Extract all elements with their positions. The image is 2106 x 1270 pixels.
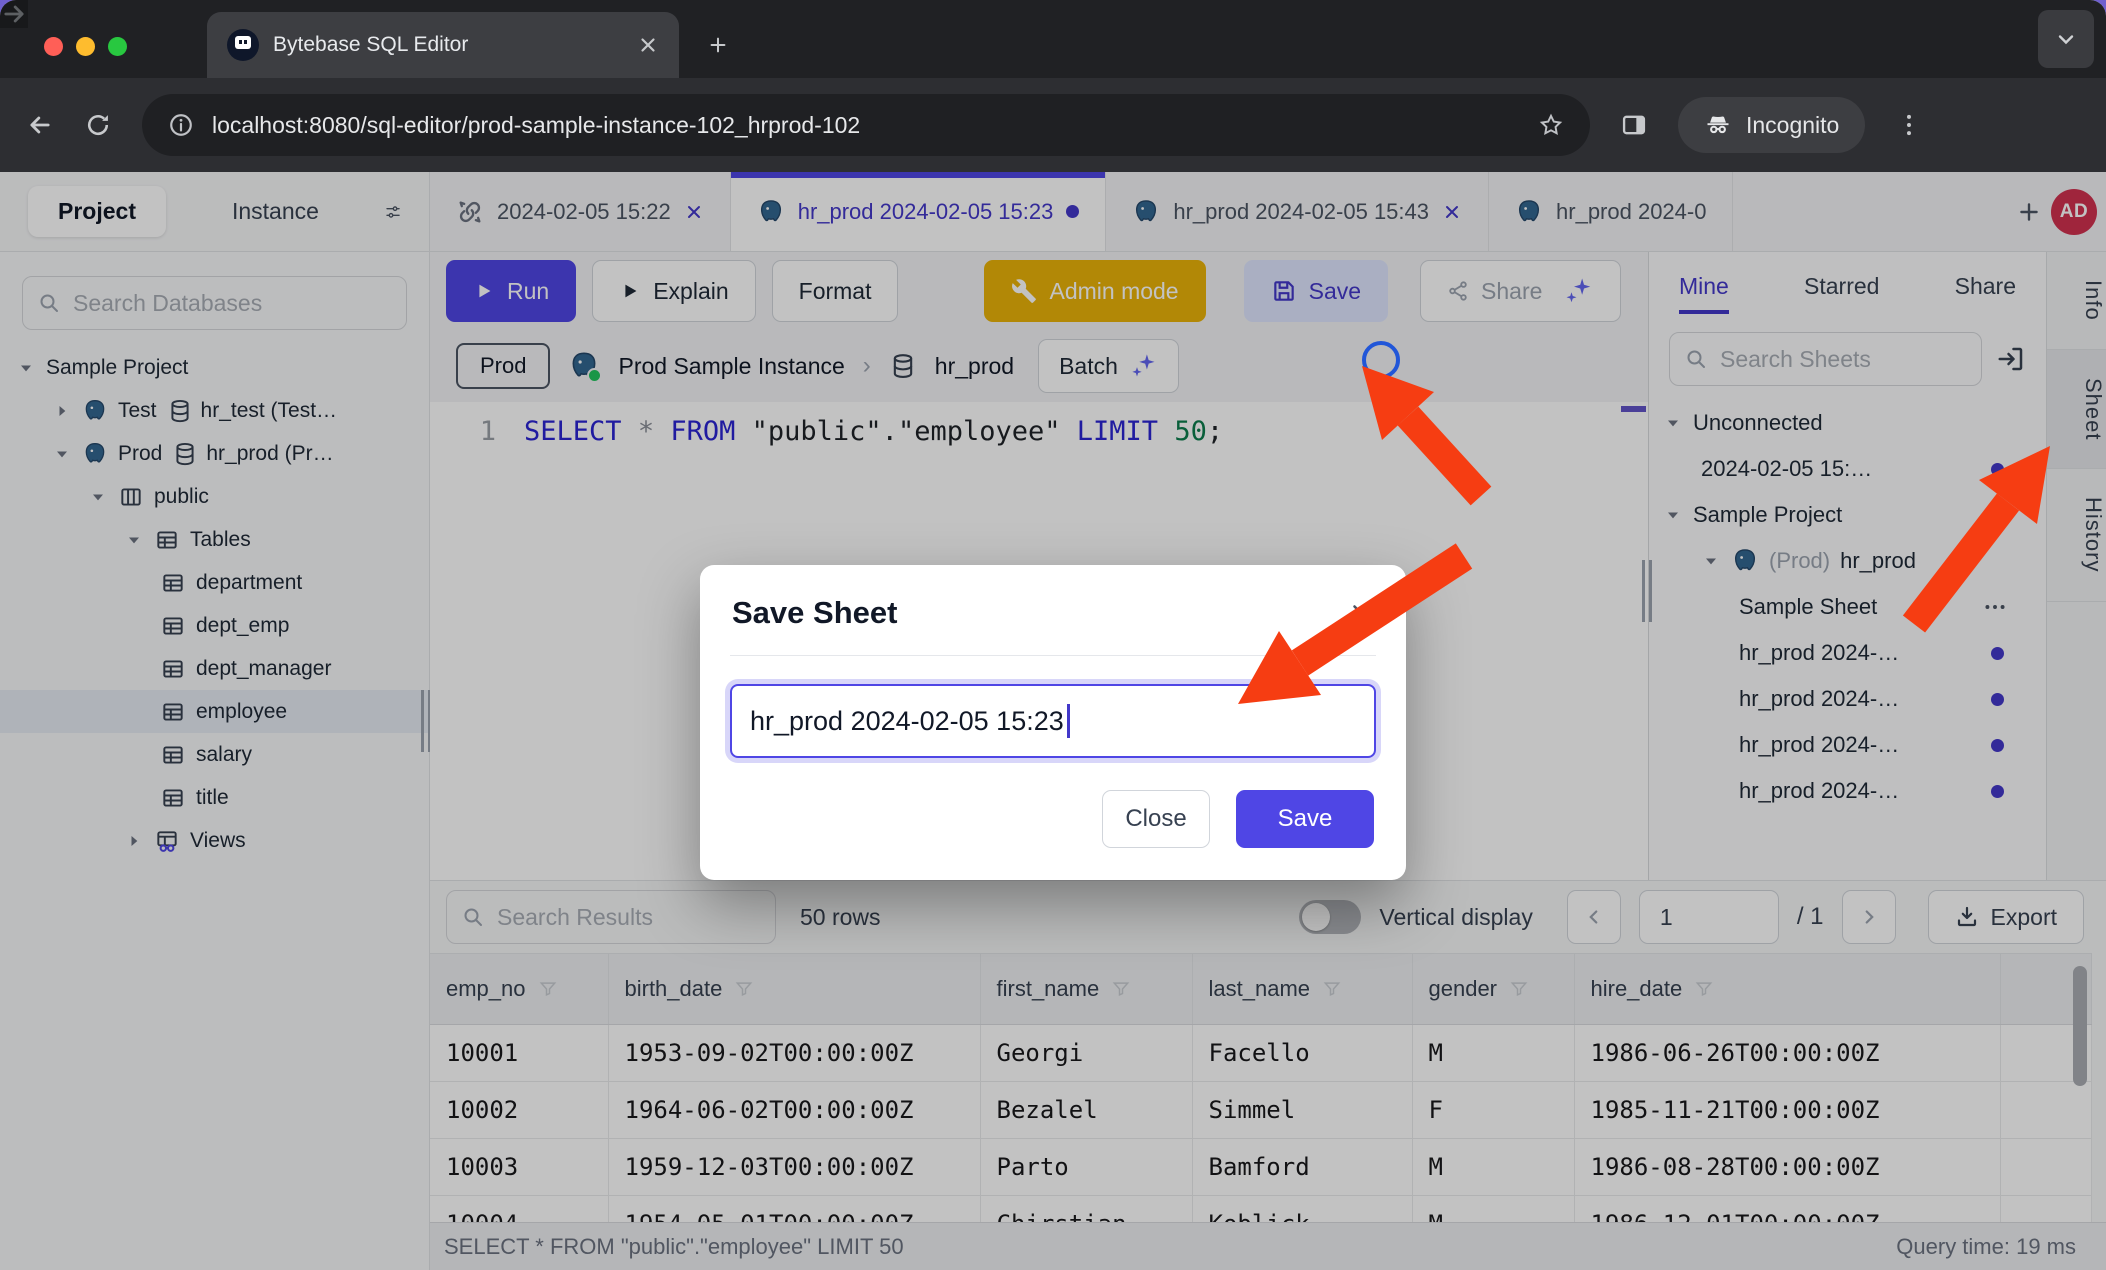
- browser-toolbar: localhost:8080/sql-editor/prod-sample-in…: [0, 78, 2106, 172]
- bytebase-favicon: [227, 29, 259, 61]
- new-tab-button[interactable]: [707, 34, 729, 56]
- plus-icon: [707, 34, 729, 56]
- side-panel-icon[interactable]: [1620, 111, 1648, 139]
- window-controls: [44, 37, 127, 56]
- browser-tabstrip: Bytebase SQL Editor: [0, 0, 2106, 78]
- incognito-icon: [1704, 111, 1732, 139]
- url-text[interactable]: localhost:8080/sql-editor/prod-sample-in…: [212, 112, 1520, 139]
- save-sheet-dialog: Save Sheet hr_prod 2024-02-05 15:23 Clos…: [700, 565, 1406, 880]
- sheet-name-input[interactable]: hr_prod 2024-02-05 15:23: [730, 684, 1376, 758]
- annotation-circle: [1362, 341, 1400, 379]
- dialog-save-button[interactable]: Save: [1236, 790, 1374, 848]
- text-caret: [1067, 704, 1070, 738]
- close-tab-icon[interactable]: [637, 34, 659, 56]
- sql-editor-app: Project Instance 2024-02-05 15:22: [0, 172, 2106, 1270]
- browser-menu-icon[interactable]: [1895, 111, 1923, 139]
- reload-icon[interactable]: [84, 111, 112, 139]
- screen: Bytebase SQL Editor localhost:8080/sql-e…: [0, 0, 2106, 1270]
- browser-tab[interactable]: Bytebase SQL Editor: [207, 12, 679, 78]
- tab-search-button[interactable]: [2038, 10, 2094, 68]
- browser-window: Bytebase SQL Editor localhost:8080/sql-e…: [0, 0, 2106, 1270]
- close-window-button[interactable]: [44, 37, 63, 56]
- site-info-icon[interactable]: [168, 112, 194, 138]
- sheet-name-value: hr_prod 2024-02-05 15:23: [750, 706, 1064, 737]
- incognito-label: Incognito: [1746, 112, 1839, 139]
- close-dialog-icon[interactable]: [1348, 600, 1374, 626]
- address-bar[interactable]: localhost:8080/sql-editor/prod-sample-in…: [142, 94, 1590, 156]
- forward-icon[interactable]: [0, 0, 28, 28]
- bookmark-star-icon[interactable]: [1538, 112, 1564, 138]
- zoom-window-button[interactable]: [108, 37, 127, 56]
- dialog-divider: [730, 655, 1376, 656]
- incognito-badge: Incognito: [1678, 97, 1865, 153]
- dialog-close-button[interactable]: Close: [1102, 790, 1210, 848]
- dialog-title: Save Sheet: [732, 595, 897, 631]
- chevron-down-icon: [2054, 27, 2078, 51]
- browser-tab-title: Bytebase SQL Editor: [273, 33, 623, 57]
- minimize-window-button[interactable]: [76, 37, 95, 56]
- back-icon[interactable]: [26, 111, 54, 139]
